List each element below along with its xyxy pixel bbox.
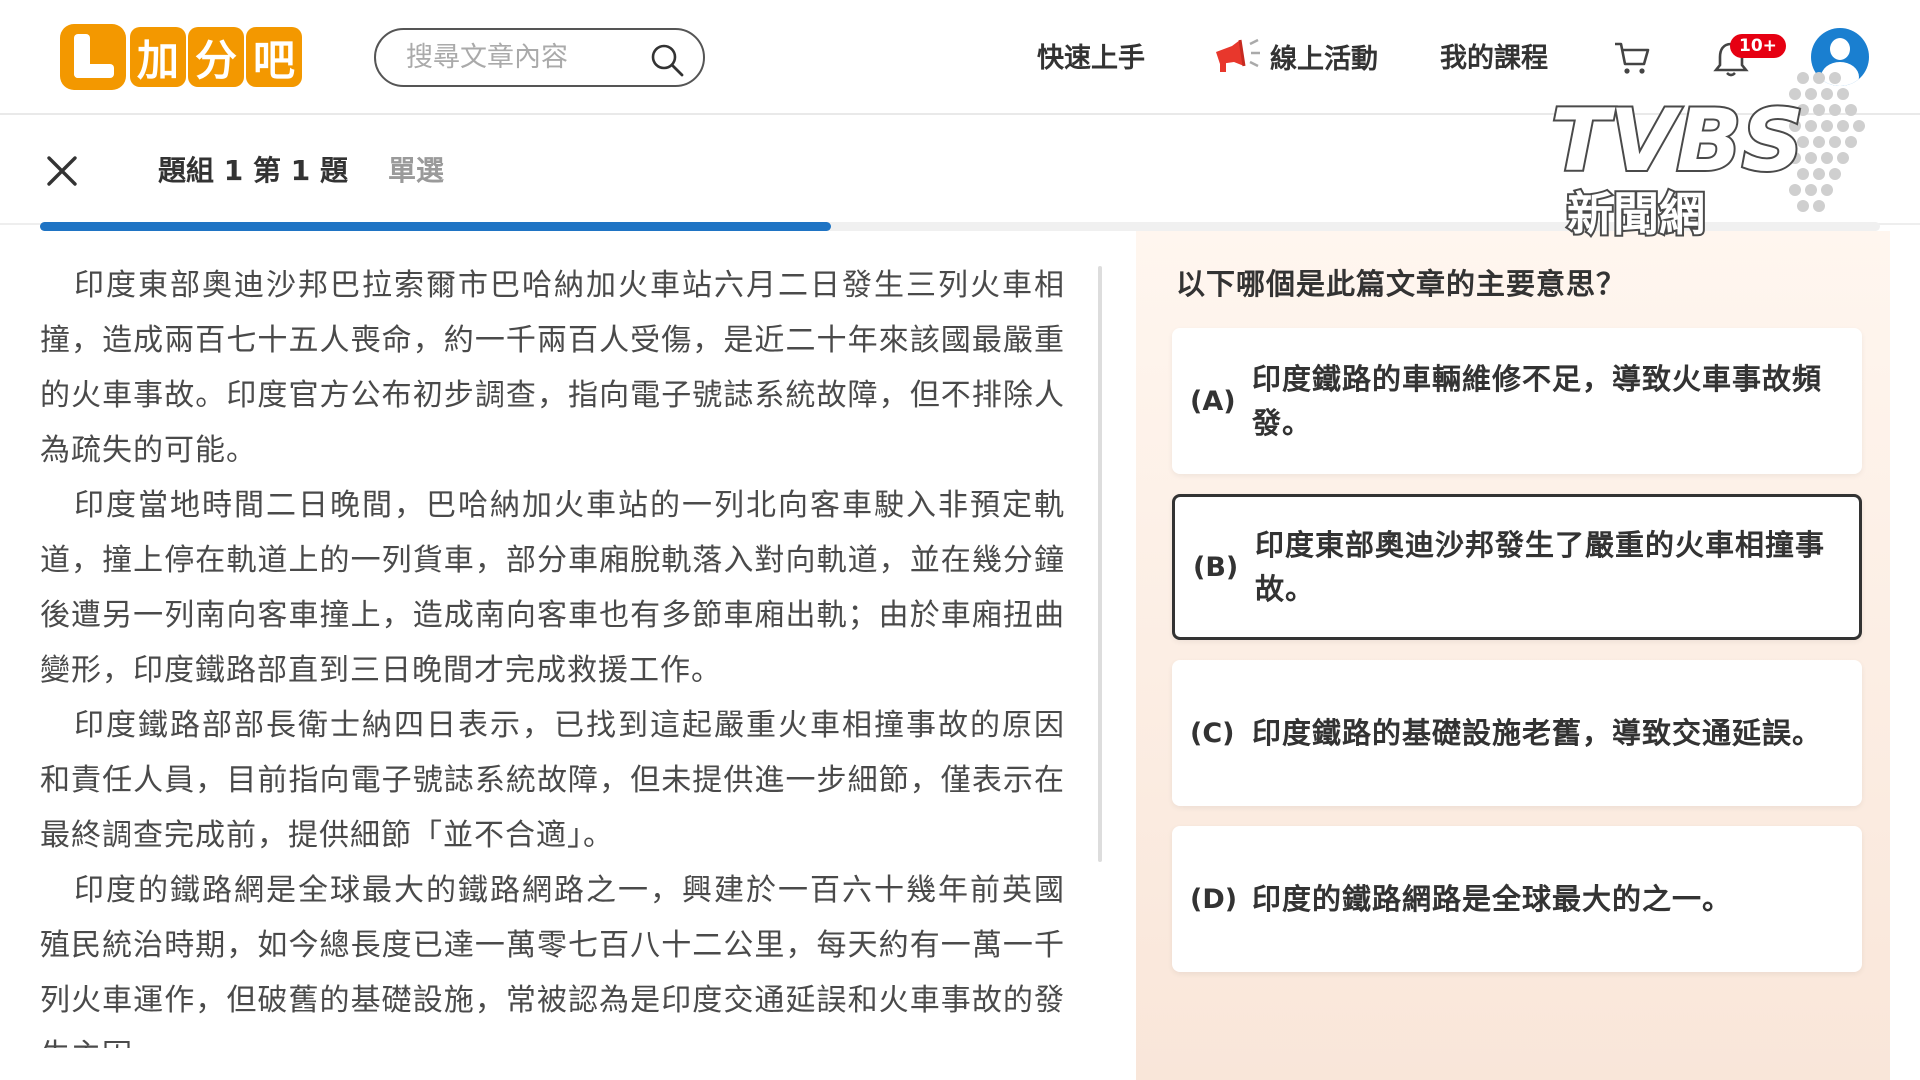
logo-char: 吧 bbox=[246, 27, 302, 87]
logo-char: 加 bbox=[130, 27, 186, 87]
option-letter: (C) bbox=[1190, 717, 1235, 749]
question-panel: 以下哪個是此篇文章的主要意思？ (A) 印度鐵路的車輛維修不足，導致火車事故頻發… bbox=[1136, 231, 1890, 1080]
nav-my-courses[interactable]: 我的課程 bbox=[1440, 36, 1548, 75]
option-text: 印度東部奧迪沙邦發生了嚴重的火車相撞事故。 bbox=[1255, 528, 1826, 606]
search-box bbox=[374, 28, 705, 87]
nav-quick-start[interactable]: 快速上手 bbox=[1037, 36, 1145, 75]
watermark-brand: TVBS bbox=[1551, 91, 1804, 191]
article-paragraph: 印度鐵路部部長衛士納四日表示，已找到這起嚴重火車相撞事故的原因和責任人員，目前指… bbox=[40, 708, 1065, 853]
site-logo[interactable]: 加 分 吧 bbox=[60, 24, 302, 90]
question-type-label: 單選 bbox=[388, 154, 445, 187]
article-paragraph: 印度東部奧迪沙邦巴拉索爾市巴哈納加火車站六月二日發生三列火車相撞，造成兩百七十五… bbox=[40, 268, 1065, 468]
tvbs-watermark-logo: TVBS 新聞網 bbox=[1549, 72, 1865, 243]
option-letter: (B) bbox=[1193, 551, 1239, 583]
notification-badge: 10+ bbox=[1730, 34, 1786, 58]
logo-wordmark: 加 分 吧 bbox=[130, 27, 302, 87]
option-text: 印度鐵路的車輛維修不足，導致火車事故頻發。 bbox=[1252, 362, 1823, 440]
progress-fill bbox=[40, 222, 832, 231]
option-d[interactable]: (D) 印度的鐵路網路是全球最大的之一。 bbox=[1172, 826, 1862, 972]
close-icon[interactable] bbox=[44, 153, 80, 189]
article-scrollbar[interactable] bbox=[1098, 266, 1102, 862]
option-a[interactable]: (A) 印度鐵路的車輛維修不足，導致火車事故頻發。 bbox=[1172, 328, 1862, 474]
search-input[interactable] bbox=[406, 42, 646, 73]
megaphone-icon bbox=[1216, 38, 1260, 72]
watermark-subtitle: 新聞網 bbox=[1567, 187, 1705, 241]
nav-online-events-label: 線上活動 bbox=[1270, 43, 1378, 75]
article-paragraph: 印度當地時間二日晚間，巴哈納加火車站的一列北向客車駛入非預定軌道，撞上停在軌道上… bbox=[40, 488, 1065, 688]
option-text: 印度的鐵路網路是全球最大的之一。 bbox=[1252, 882, 1733, 916]
logo-char: 分 bbox=[188, 27, 244, 87]
search-icon[interactable] bbox=[649, 42, 685, 78]
question-index-label: 題組 1 第 1 題 bbox=[158, 154, 348, 187]
article-paragraph: 印度的鐵路網是全球最大的鐵路網路之一，興建於一百六十幾年前英國殖民統治時期，如今… bbox=[40, 873, 1065, 1048]
option-letter: (A) bbox=[1190, 385, 1236, 417]
option-c[interactable]: (C) 印度鐵路的基礎設施老舊，導致交通延誤。 bbox=[1172, 660, 1862, 806]
question-prompt: 以下哪個是此篇文章的主要意思？ bbox=[1176, 267, 1627, 301]
option-letter: (D) bbox=[1190, 883, 1238, 915]
option-text: 印度鐵路的基礎設施老舊，導致交通延誤。 bbox=[1252, 716, 1823, 750]
article-text[interactable]: 印度東部奧迪沙邦巴拉索爾市巴哈納加火車站六月二日發生三列火車相撞，造成兩百七十五… bbox=[40, 258, 1065, 1048]
logo-mark-icon bbox=[60, 24, 126, 90]
option-b[interactable]: (B) 印度東部奧迪沙邦發生了嚴重的火車相撞事故。 bbox=[1172, 494, 1862, 640]
nav-online-events[interactable]: 線上活動 bbox=[1210, 36, 1378, 76]
